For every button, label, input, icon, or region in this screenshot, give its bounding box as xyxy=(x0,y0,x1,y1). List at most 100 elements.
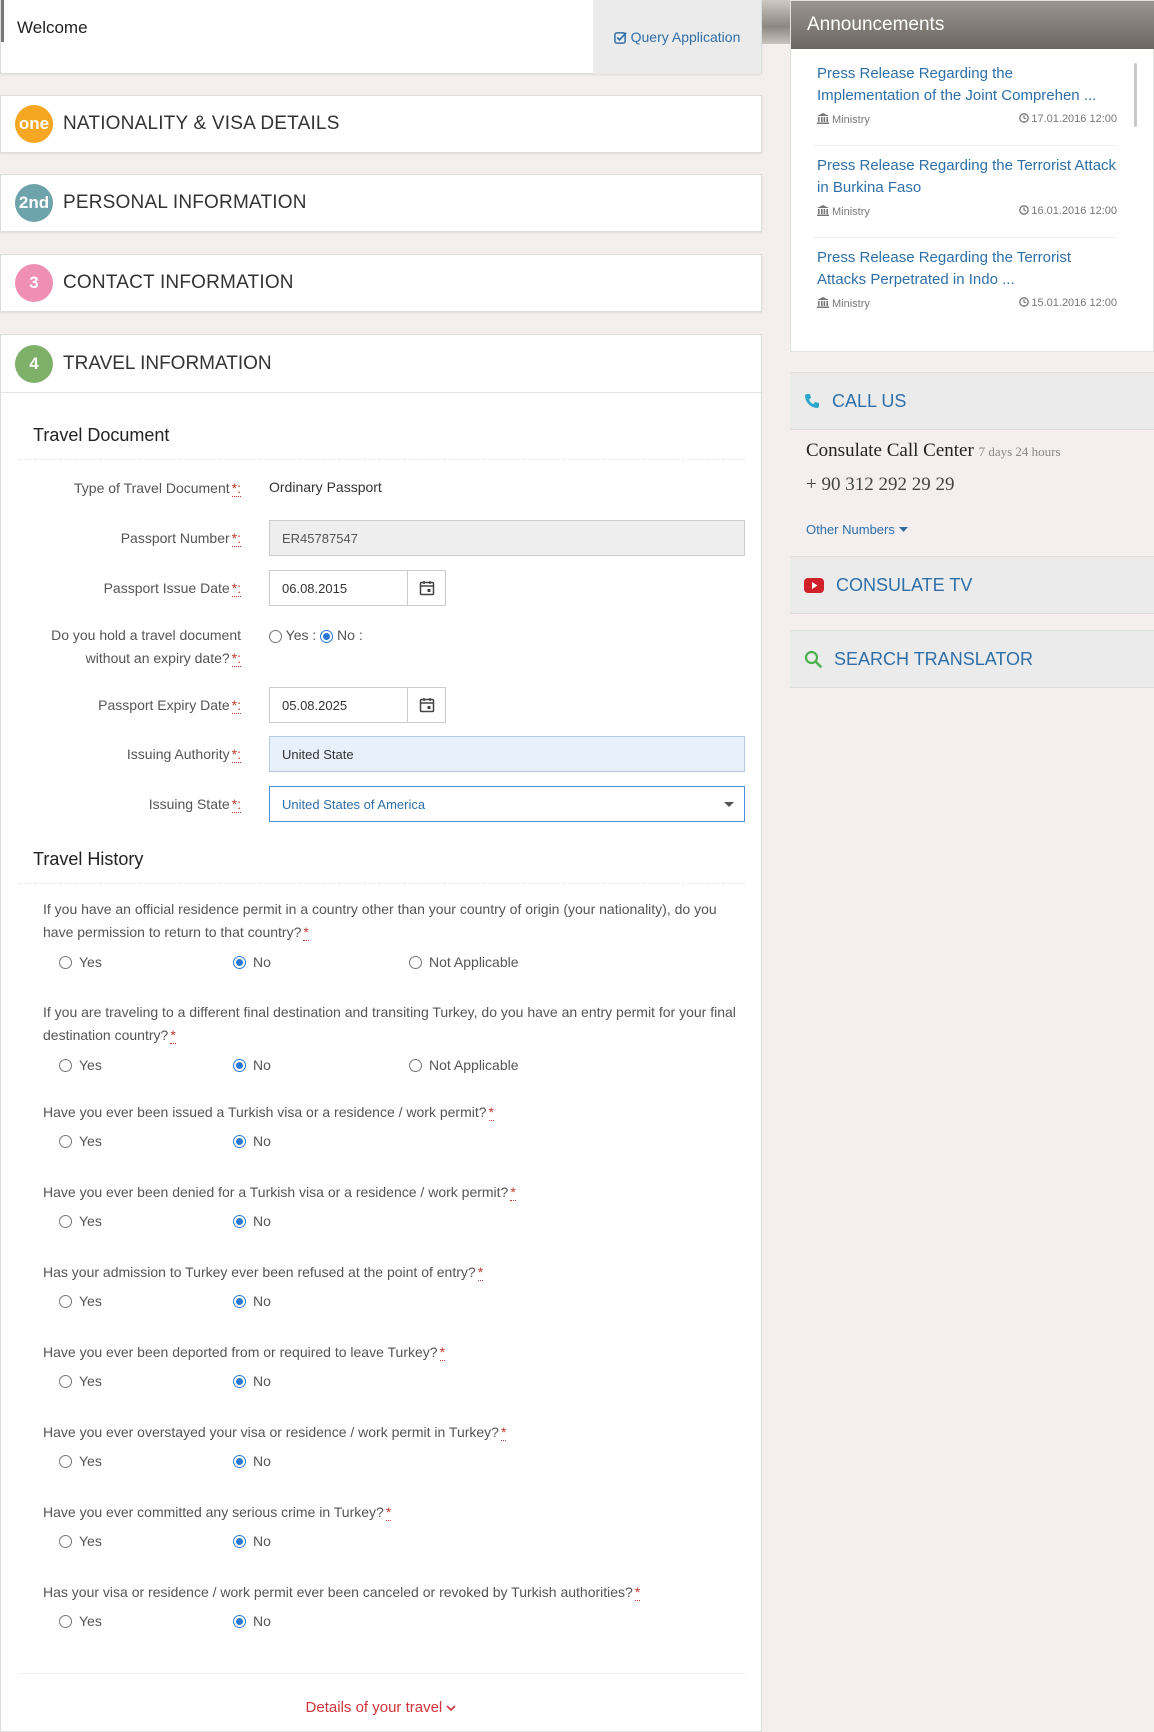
answer-option-no[interactable]: No xyxy=(233,1613,271,1629)
answer-option-yes[interactable]: Yes xyxy=(59,1533,102,1549)
welcome-title: Welcome xyxy=(17,18,88,37)
answer-option-yes[interactable]: Yes xyxy=(59,1373,102,1389)
step-contact-information[interactable]: 3 CONTACT INFORMATION xyxy=(0,254,762,312)
announcements-scrollbar[interactable] xyxy=(1134,63,1137,127)
travel-history-title: Travel History xyxy=(33,849,144,869)
call-us-button[interactable]: CALL US xyxy=(790,372,1154,430)
travel-information-panel: 4 TRAVEL INFORMATION Travel Document Typ… xyxy=(0,334,762,1732)
expiry-date-calendar-button[interactable] xyxy=(407,688,445,722)
answer-option-no[interactable]: No xyxy=(233,1133,271,1149)
yes-label: Yes xyxy=(79,1213,102,1229)
no-radio[interactable] xyxy=(233,1214,246,1228)
answer-option-no[interactable]: No xyxy=(233,1453,271,1469)
yes-label: Yes xyxy=(79,1133,102,1149)
phone-icon xyxy=(805,394,819,408)
no-radio[interactable] xyxy=(233,1534,246,1548)
passport-number-field: ER45787547 xyxy=(269,520,745,556)
answer-option-no[interactable]: No xyxy=(233,1213,271,1229)
step-personal-information[interactable]: 2nd PERSONAL INFORMATION xyxy=(0,174,762,232)
yes-radio[interactable] xyxy=(59,1134,72,1148)
yes-radio[interactable] xyxy=(59,1454,72,1468)
answer-option-no[interactable]: No xyxy=(233,1373,271,1389)
other-numbers-dropdown[interactable]: Other Numbers xyxy=(806,522,908,537)
announcement-divider xyxy=(813,145,1117,146)
answer-option-yes[interactable]: Yes xyxy=(59,1453,102,1469)
no-expiry-no-label: No : xyxy=(337,627,363,643)
announcement-item[interactable]: Press Release Regarding the Terrorist At… xyxy=(817,155,1117,218)
passport-issue-date-label: Passport Issue Date *: xyxy=(103,580,241,597)
no-label: No xyxy=(253,1613,271,1629)
travel-history-question: Have you ever been issued a Turkish visa… xyxy=(43,1104,494,1121)
not-applicable-radio[interactable] xyxy=(409,1058,422,1072)
no-radio[interactable] xyxy=(233,1134,246,1148)
search-translator-button[interactable]: SEARCH TRANSLATOR xyxy=(790,630,1154,688)
answer-option-yes[interactable]: Yes xyxy=(59,954,102,970)
travel-history-question: Have you ever been deported from or requ… xyxy=(43,1344,446,1361)
answer-option-no[interactable]: No xyxy=(233,954,271,970)
check-square-icon xyxy=(613,31,627,44)
not-applicable-radio[interactable] xyxy=(409,955,422,969)
announcement-item[interactable]: Press Release Regarding the Implementati… xyxy=(817,63,1117,126)
travel-history-question: Have you ever committed any serious crim… xyxy=(43,1504,392,1521)
answer-option-not-applicable[interactable]: Not Applicable xyxy=(409,1057,519,1073)
answer-option-no[interactable]: No xyxy=(233,1533,271,1549)
no-radio[interactable] xyxy=(233,1058,246,1072)
yes-label: Yes xyxy=(79,1057,102,1073)
query-application-button[interactable]: Query Application xyxy=(593,0,761,74)
yes-radio[interactable] xyxy=(59,1534,72,1548)
welcome-strip xyxy=(1,0,4,42)
no-radio[interactable] xyxy=(233,955,246,969)
no-expiry-yes-label: Yes : xyxy=(285,627,317,643)
answer-option-yes[interactable]: Yes xyxy=(59,1293,102,1309)
answer-option-no[interactable]: No xyxy=(233,1293,271,1309)
caret-down-icon xyxy=(898,526,908,532)
call-center-phone[interactable]: + 90 312 292 29 29 xyxy=(806,474,954,496)
announcement-date: 16.01.2016 12:00 xyxy=(1019,205,1117,218)
step-badge-three: 3 xyxy=(15,264,53,302)
yes-radio[interactable] xyxy=(59,1214,72,1228)
travel-history-question: Have you ever overstayed your visa or re… xyxy=(43,1424,507,1441)
step-travel-information[interactable]: 4 TRAVEL INFORMATION xyxy=(1,335,761,393)
passport-expiry-date-input[interactable]: 05.08.2025 xyxy=(269,687,446,723)
no-radio[interactable] xyxy=(233,1454,246,1468)
expiry-date-value: 05.08.2025 xyxy=(282,697,348,713)
announcement-title[interactable]: Press Release Regarding the Terrorist At… xyxy=(817,247,1117,291)
yes-radio[interactable] xyxy=(59,955,72,969)
header-photo-edge xyxy=(762,0,790,44)
yes-label: Yes xyxy=(79,1453,102,1469)
passport-issue-date-input[interactable]: 06.08.2015 xyxy=(269,570,446,606)
answer-option-yes[interactable]: Yes xyxy=(59,1057,102,1073)
step-nationality-visa[interactable]: one NATIONALITY & VISA DETAILS xyxy=(0,95,762,153)
no-label: No xyxy=(253,1057,271,1073)
announcement-meta: Ministry 15.01.2016 12:00 xyxy=(817,297,1117,310)
announcement-source: Ministry xyxy=(817,297,870,310)
yes-radio[interactable] xyxy=(59,1614,72,1628)
announcement-title[interactable]: Press Release Regarding the Implementati… xyxy=(817,63,1117,107)
issue-date-calendar-button[interactable] xyxy=(407,571,445,605)
no-expiry-no-radio[interactable] xyxy=(320,629,334,643)
announcement-title[interactable]: Press Release Regarding the Terrorist At… xyxy=(817,155,1117,199)
call-us-label: CALL US xyxy=(832,390,907,411)
no-radio[interactable] xyxy=(233,1294,246,1308)
yes-label: Yes xyxy=(79,1533,102,1549)
answer-option-yes[interactable]: Yes xyxy=(59,1213,102,1229)
answer-option-yes[interactable]: Yes xyxy=(59,1613,102,1629)
announcement-item[interactable]: Press Release Regarding the Terrorist At… xyxy=(817,247,1117,310)
yes-radio[interactable] xyxy=(59,1294,72,1308)
no-radio[interactable] xyxy=(233,1374,246,1388)
yes-radio[interactable] xyxy=(59,1374,72,1388)
details-of-travel-label: Details of your travel xyxy=(305,1699,443,1716)
answer-option-yes[interactable]: Yes xyxy=(59,1133,102,1149)
answer-option-no[interactable]: No xyxy=(233,1057,271,1073)
details-of-travel-link[interactable]: Details of your travel xyxy=(1,1699,761,1716)
no-label: No xyxy=(253,1213,271,1229)
no-expiry-yes-radio[interactable] xyxy=(269,629,282,643)
answer-option-not-applicable[interactable]: Not Applicable xyxy=(409,954,519,970)
section-divider xyxy=(19,883,745,884)
consulate-tv-button[interactable]: CONSULATE TV xyxy=(790,556,1154,614)
yes-radio[interactable] xyxy=(59,1058,72,1072)
no-radio[interactable] xyxy=(233,1614,246,1628)
issuing-state-select[interactable]: United States of America xyxy=(269,786,745,822)
issuing-authority-input[interactable]: United State xyxy=(269,736,745,772)
step-label: PERSONAL INFORMATION xyxy=(63,192,307,213)
